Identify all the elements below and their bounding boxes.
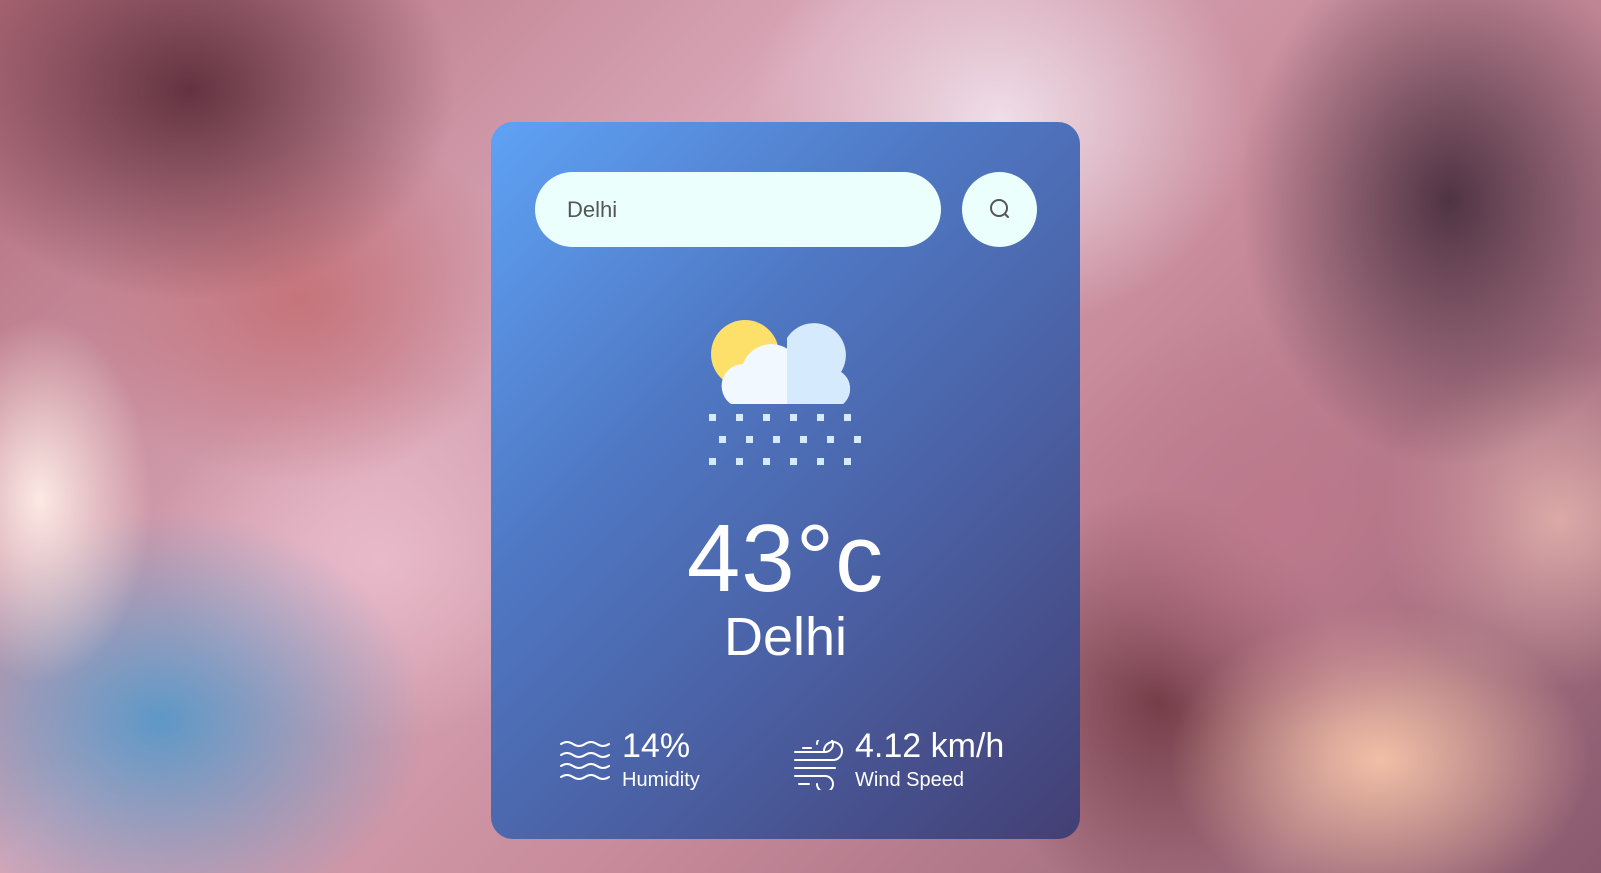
search-input[interactable] bbox=[535, 172, 941, 247]
weather-details: 14% Humidity 4.12 km/h Wind Speed bbox=[491, 726, 1080, 796]
wind-icon bbox=[794, 740, 843, 790]
humidity-value: 14% bbox=[622, 727, 691, 765]
humidity-label: Humidity bbox=[622, 769, 700, 791]
search-icon bbox=[989, 198, 1009, 218]
wind-speed-label: Wind Speed bbox=[855, 769, 964, 791]
search-button[interactable] bbox=[962, 172, 1037, 247]
temperature: 43°c bbox=[686, 505, 885, 612]
search-bar bbox=[535, 172, 1037, 247]
city-name: Delhi bbox=[723, 607, 848, 667]
wind-speed-value: 4.12 km/h bbox=[855, 727, 1005, 765]
sun-cloud-snow-icon bbox=[709, 320, 861, 465]
humidity-waves-icon bbox=[560, 741, 610, 780]
weather-card: 43°c Delhi 14% Humidity bbox=[491, 122, 1080, 839]
